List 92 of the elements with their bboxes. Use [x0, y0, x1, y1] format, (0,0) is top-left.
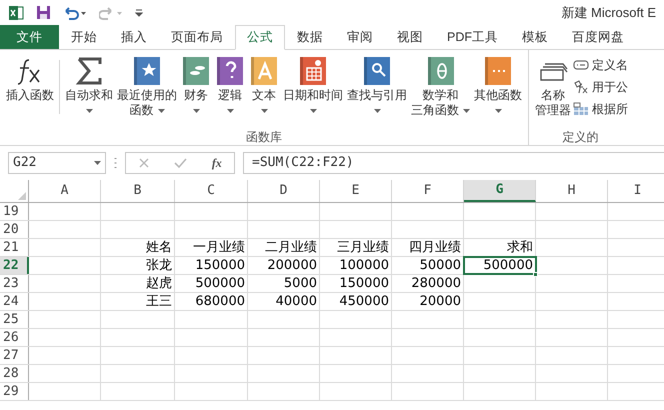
cell-text: 150000: [195, 256, 245, 275]
ribbon-tab[interactable]: 数据: [285, 25, 335, 49]
undo-icon[interactable]: [63, 6, 87, 20]
theta-book-icon: [426, 56, 456, 86]
ribbon-button[interactable]: 文本: [247, 50, 281, 128]
cell-text: 40000: [276, 292, 317, 311]
name-box[interactable]: G22: [8, 152, 106, 174]
ribbon-tab[interactable]: 开始: [59, 25, 109, 49]
cell-text: 200000: [267, 256, 317, 275]
cell-text: 张龙: [146, 256, 172, 275]
star-book-icon: [132, 56, 162, 86]
caret-icon: [94, 161, 101, 165]
sigma-icon: [74, 56, 104, 86]
ribbon-button[interactable]: 财务: [179, 50, 213, 128]
fill-handle[interactable]: [533, 272, 538, 277]
group-label: 函数库: [245, 129, 283, 146]
grid-table-icon: [573, 102, 589, 116]
row-header[interactable]: 28: [0, 365, 29, 382]
cell-text: 三月业绩: [337, 238, 389, 257]
row-header[interactable]: 23: [0, 275, 29, 292]
cell-text: 王三: [146, 292, 172, 311]
cell-text: 赵虎: [146, 274, 172, 293]
formula-field[interactable]: =SUM(C22:F22): [243, 152, 664, 174]
row-header[interactable]: 21: [0, 239, 29, 256]
cell-text: 280000: [411, 274, 461, 293]
row-header[interactable]: 26: [0, 329, 29, 346]
letter-book-icon: [249, 56, 279, 86]
file-tab[interactable]: 文件: [0, 25, 59, 49]
ribbon-button[interactable]: 最近使用的 函数: [115, 50, 179, 128]
coins-book-icon: [181, 56, 211, 86]
cell-text: 500000: [483, 256, 533, 275]
save-icon[interactable]: [36, 5, 51, 20]
small-ribbon-button[interactable]: 用于公: [573, 76, 628, 98]
column-header[interactable]: D: [248, 180, 320, 202]
column-header[interactable]: A: [29, 180, 101, 202]
window-title: 新建 Microsoft E: [561, 4, 656, 22]
calendar-book-icon: [298, 56, 328, 86]
cell-text: 20000: [420, 292, 461, 311]
column-header[interactable]: G: [464, 180, 536, 202]
insert-function-button[interactable]: fx: [212, 154, 222, 172]
ribbon-tab[interactable]: 审阅: [335, 25, 385, 49]
row-header[interactable]: 29: [0, 383, 29, 400]
customize-toolbar-icon[interactable]: [135, 8, 143, 16]
ribbon-button[interactable]: 逻辑: [213, 50, 247, 128]
ribbon-tab[interactable]: 模板: [510, 25, 560, 49]
ribbon-button[interactable]: 查找与引用: [345, 50, 409, 128]
cell-text: 450000: [339, 292, 389, 311]
dots-book-icon: [483, 56, 513, 86]
cell-text: 5000: [284, 274, 317, 293]
formula-text: =SUM(C22:F22): [252, 154, 354, 172]
cell-text: 680000: [195, 292, 245, 311]
column-header[interactable]: B: [101, 180, 175, 202]
row-header[interactable]: 20: [0, 221, 29, 238]
ribbon-button[interactable]: 其他函数: [472, 50, 524, 128]
column-header[interactable]: I: [608, 180, 664, 202]
column-header[interactable]: C: [175, 180, 248, 202]
cell-text: 二月业绩: [265, 238, 317, 257]
ribbon-button[interactable]: 日期和时间: [281, 50, 345, 128]
cell-text: 四月业绩: [409, 238, 461, 257]
cell-text: 500000: [195, 274, 245, 293]
cell-text: 150000: [339, 274, 389, 293]
name-box-value: G22: [13, 154, 36, 172]
row-header[interactable]: 19: [0, 203, 29, 220]
fx-tag-icon: [573, 80, 589, 94]
cell-text: 50000: [420, 256, 461, 275]
row-header[interactable]: 24: [0, 293, 29, 310]
ribbon-tab[interactable]: 视图: [385, 25, 435, 49]
label-icon: [573, 59, 589, 71]
small-ribbon-button[interactable]: 定义名: [573, 54, 628, 76]
magnifier-book-icon: [362, 56, 392, 86]
column-header[interactable]: E: [320, 180, 392, 202]
cell-text: 姓名: [146, 238, 172, 257]
group-label: 定义的: [562, 129, 600, 146]
ribbon-tab[interactable]: 公式: [235, 25, 285, 50]
ribbon-button[interactable]: 自动求和: [63, 50, 115, 128]
small-ribbon-button[interactable]: 根据所: [573, 98, 628, 120]
ribbon-button[interactable]: 数学和 三角函数: [409, 50, 472, 128]
row-header[interactable]: 22: [0, 257, 29, 274]
cell-text: 求和: [507, 238, 533, 257]
cell-text: 100000: [339, 256, 389, 275]
spreadsheet-app-icon: [8, 4, 24, 20]
row-header[interactable]: 25: [0, 311, 29, 328]
question-book-icon: [215, 56, 245, 86]
row-header[interactable]: 27: [0, 347, 29, 364]
ribbon-tab[interactable]: PDF工具: [435, 25, 510, 49]
ribbon-button[interactable]: 插入函数: [4, 50, 56, 128]
ribbon-tab[interactable]: 页面布局: [159, 25, 235, 49]
ribbon-button[interactable]: 名称 管理器: [533, 50, 573, 128]
cell-text: 一月业绩: [193, 238, 245, 257]
ribbon-tab[interactable]: 插入: [109, 25, 159, 49]
ribbon-tab[interactable]: 百度网盘: [560, 25, 636, 49]
column-header[interactable]: H: [536, 180, 608, 202]
